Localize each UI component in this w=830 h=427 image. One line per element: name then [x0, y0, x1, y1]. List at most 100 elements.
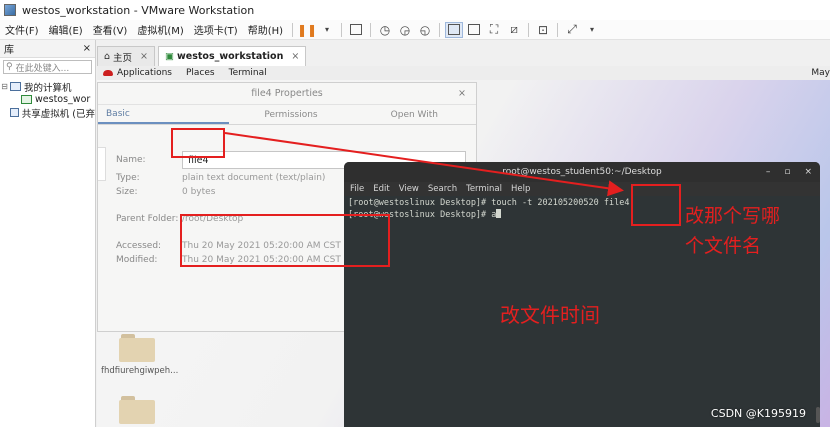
gnome-menu-terminal[interactable]: Terminal [229, 68, 267, 78]
menu-view[interactable]: 查看(V) [88, 22, 133, 37]
full-screen-icon[interactable]: ⛶ [485, 22, 503, 38]
library-search-placeholder: 在此处键入... [15, 63, 70, 74]
size-value: 0 bytes [182, 187, 216, 197]
tab-westos-workstation[interactable]: ▣ westos_workstation × [158, 46, 307, 66]
annotation-box-name [171, 128, 225, 158]
tab-label: westos_workstation [177, 51, 284, 62]
annotation-box-dates [180, 214, 390, 267]
close-icon[interactable]: × [804, 167, 812, 177]
window-titlebar: westos_workstation - VMware Workstation [0, 0, 830, 20]
tree-item-shared-vms[interactable]: 共享虚拟机 (已弃 [0, 106, 95, 119]
file-icon [98, 147, 106, 181]
pause-icon[interactable]: ❚❚ [297, 22, 317, 38]
library-search-input[interactable]: ⚲ 在此处键入... [3, 60, 92, 74]
stretch-view-icon[interactable]: ⤢ [563, 22, 581, 38]
send-keys-icon[interactable] [347, 22, 365, 38]
library-panel: 库 × ⚲ 在此处键入... ⊟ 我的计算机 westos_wor 共享虚拟机 … [0, 40, 96, 427]
thumbnail-bar-icon[interactable] [465, 22, 483, 38]
menu-vm[interactable]: 虚拟机(M) [132, 22, 188, 37]
tab-basic[interactable]: Basic [98, 105, 230, 124]
gnome-top-bar: Applications Places Terminal May [97, 66, 830, 80]
size-label: Size: [116, 187, 138, 197]
unity-icon[interactable]: ⧄ [505, 22, 523, 38]
gnome-menu-places[interactable]: Places [186, 68, 215, 78]
dialog-tabs: Basic Permissions Open With [98, 105, 476, 125]
revert-snapshot-icon[interactable]: ◶ [396, 22, 414, 38]
gnome-clock[interactable]: May [811, 68, 830, 78]
menu-help[interactable]: 帮助(H) [243, 22, 288, 37]
scrollbar-thumb[interactable] [816, 407, 820, 423]
tab-home[interactable]: ⌂ 主页 × [97, 46, 156, 66]
terminal-menu-terminal[interactable]: Terminal [466, 184, 502, 194]
vm-tabs: ⌂ 主页 × ▣ westos_workstation × [97, 44, 830, 66]
terminal-menu-edit[interactable]: Edit [373, 184, 389, 194]
close-icon[interactable]: × [83, 43, 91, 54]
terminal-menubar: File Edit View Search Terminal Help [344, 182, 820, 196]
tree-item-label: westos_wor [35, 94, 91, 105]
show-library-icon[interactable] [445, 21, 464, 38]
tree-item-my-computer[interactable]: ⊟ 我的计算机 [0, 80, 95, 93]
menu-file[interactable]: 文件(F) [0, 22, 44, 37]
terminal-menu-search[interactable]: Search [428, 184, 457, 194]
home-icon: ⌂ [104, 51, 111, 62]
window-title: westos_workstation - VMware Workstation [22, 3, 255, 17]
csdn-watermark: CSDN @K195919 [710, 407, 806, 420]
annotation-text-filename-line2: 个文件名 [685, 235, 762, 257]
parent-folder-label: Parent Folder: [116, 214, 179, 224]
type-value: plain text document (text/plain) [182, 173, 326, 183]
terminal-title: root@westos_student50:~/Desktop [502, 167, 662, 177]
close-icon[interactable]: × [140, 51, 148, 62]
minimize-icon[interactable]: – [766, 167, 771, 177]
tree-item-westos-workstation[interactable]: westos_wor [0, 93, 95, 106]
terminal-menu-view[interactable]: View [399, 184, 419, 194]
desktop-folder-label[interactable]: fhdfiurehgiwpeh... [101, 366, 178, 376]
folder-icon[interactable] [119, 396, 155, 424]
terminal-menu-file[interactable]: File [350, 184, 364, 194]
type-label: Type: [116, 173, 140, 183]
annotation-box-command-filename [631, 184, 681, 226]
computer-icon [10, 82, 21, 91]
dialog-titlebar: file4 Properties × [98, 83, 476, 105]
gnome-menu-applications[interactable]: Applications [117, 68, 172, 78]
modified-label: Modified: [116, 255, 158, 265]
dropdown-arrow-icon[interactable]: ▾ [583, 22, 601, 38]
tree-item-label: 共享虚拟机 (已弃 [21, 108, 95, 120]
terminal-menu-help[interactable]: Help [511, 184, 530, 194]
tab-open-with[interactable]: Open With [353, 105, 476, 124]
tree-item-label: 我的计算机 [24, 82, 72, 94]
vmware-app-icon [4, 4, 16, 16]
toolbar-separator [292, 22, 294, 37]
vm-running-icon: ▣ [165, 51, 174, 62]
accessed-label: Accessed: [116, 241, 162, 251]
tab-label: 主页 [113, 52, 133, 64]
folder-icon[interactable] [119, 334, 155, 362]
toolbar-separator [370, 22, 372, 37]
close-icon[interactable]: × [291, 51, 299, 62]
toolbar-separator [439, 22, 441, 37]
search-icon: ⚲ [6, 62, 13, 72]
snapshot-icon[interactable]: ◷ [376, 22, 394, 38]
dialog-title: file4 Properties [251, 88, 323, 99]
menu-edit[interactable]: 编辑(E) [44, 22, 88, 37]
library-header: 库 × [0, 40, 95, 58]
menu-tabs[interactable]: 选项卡(T) [189, 22, 243, 37]
library-tree: ⊟ 我的计算机 westos_wor 共享虚拟机 (已弃 [0, 76, 95, 119]
tab-permissions[interactable]: Permissions [229, 105, 352, 124]
toolbar-separator [557, 22, 559, 37]
annotation-text-filename-line1: 改那个写哪 [685, 205, 781, 227]
dropdown-arrow-icon[interactable]: ▾ [318, 22, 336, 38]
library-title: 库 [4, 45, 14, 56]
terminal-cursor [496, 209, 502, 218]
name-label: Name: [116, 155, 146, 165]
terminal-titlebar: root@westos_student50:~/Desktop – ▫ × [344, 162, 820, 182]
toolbar-separator [528, 22, 530, 37]
menu-toolbar: 文件(F) 编辑(E) 查看(V) 虚拟机(M) 选项卡(T) 帮助(H) ❚❚… [0, 20, 830, 40]
maximize-icon[interactable]: ▫ [784, 167, 790, 177]
close-icon[interactable]: × [458, 88, 466, 99]
shared-vm-icon [10, 108, 19, 117]
collapse-icon[interactable]: ⊟ [0, 82, 9, 91]
snapshot-manager-icon[interactable]: ◵ [416, 22, 434, 38]
console-icon[interactable]: ⊡ [534, 22, 552, 38]
vm-running-icon [21, 95, 32, 104]
annotation-text-change-time: 改文件时间 [500, 303, 600, 327]
